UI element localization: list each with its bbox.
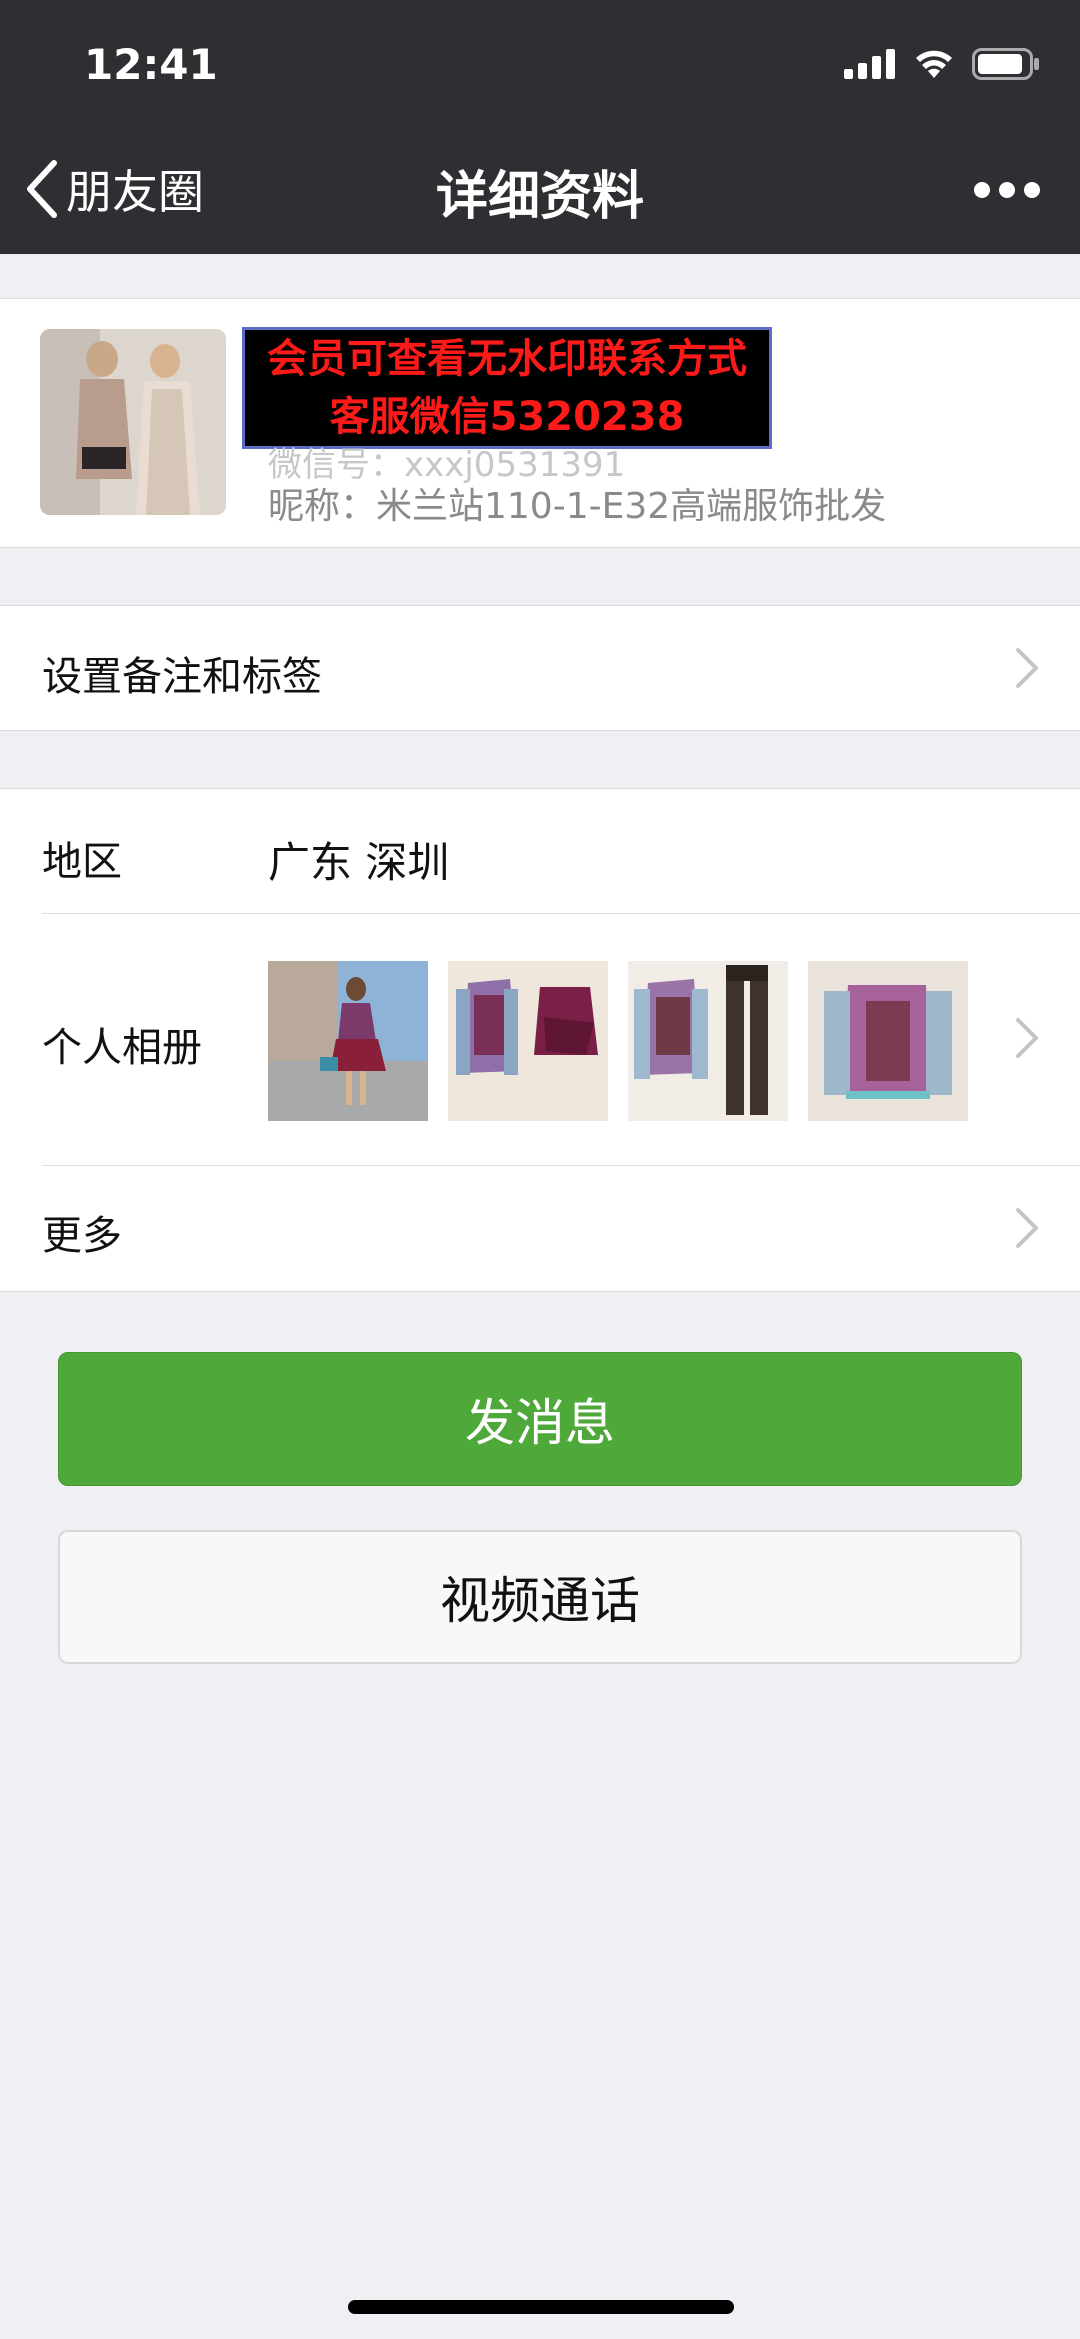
more-dot-icon <box>974 182 990 198</box>
region-label: 地区 <box>42 839 122 885</box>
set-remark-and-tags-row[interactable]: 设置备注和标签 <box>0 605 1080 731</box>
chevron-right-icon <box>1016 1018 1038 1058</box>
status-bar: 12:41 <box>0 0 1080 132</box>
nickname: 昵称：米兰站110-1-E32高端服饰批发 <box>268 486 887 527</box>
video-call-button[interactable]: 视频通话 <box>58 1530 1022 1664</box>
personal-album-row[interactable]: 个人相册 <box>0 914 1080 1164</box>
watermark-line: 会员可查看无水印联系方式 <box>267 336 747 382</box>
wifi-icon <box>916 50 952 78</box>
home-indicator[interactable] <box>348 2300 734 2314</box>
more-options-button[interactable] <box>974 172 1040 208</box>
more-dot-icon <box>999 182 1015 198</box>
info-card: 地区 广东 深圳 个人相册 更多 <box>0 788 1080 1292</box>
page-title: 详细资料 <box>435 167 644 227</box>
remark-label: 设置备注和标签 <box>42 654 322 700</box>
profile-card: 会员可查看无水印联系方式 客服微信5320238 微信号：xxxj0531391… <box>0 298 1080 548</box>
chevron-right-icon <box>1016 648 1038 688</box>
more-label: 更多 <box>42 1213 122 1259</box>
region-value: 广东 深圳 <box>268 838 450 887</box>
watermark-banner: 会员可查看无水印联系方式 客服微信5320238 <box>242 327 772 449</box>
more-row[interactable]: 更多 <box>0 1166 1080 1290</box>
album-thumbnail <box>628 961 788 1121</box>
chevron-right-icon <box>1016 1208 1038 1248</box>
status-time: 12:41 <box>84 40 218 89</box>
avatar[interactable] <box>40 329 226 515</box>
send-message-button[interactable]: 发消息 <box>58 1352 1022 1486</box>
album-label: 个人相册 <box>42 1025 202 1071</box>
album-thumbnails <box>268 961 968 1121</box>
album-thumbnail <box>448 961 608 1121</box>
avatar-photo <box>40 329 226 515</box>
signal-icon <box>844 49 895 79</box>
battery-icon <box>972 48 1039 80</box>
album-thumbnail <box>268 961 428 1121</box>
nav-bar: 朋友圈 详细资料 <box>0 132 1080 254</box>
status-icons <box>844 48 1040 80</box>
album-thumbnail <box>808 961 968 1121</box>
more-dot-icon <box>1024 182 1040 198</box>
